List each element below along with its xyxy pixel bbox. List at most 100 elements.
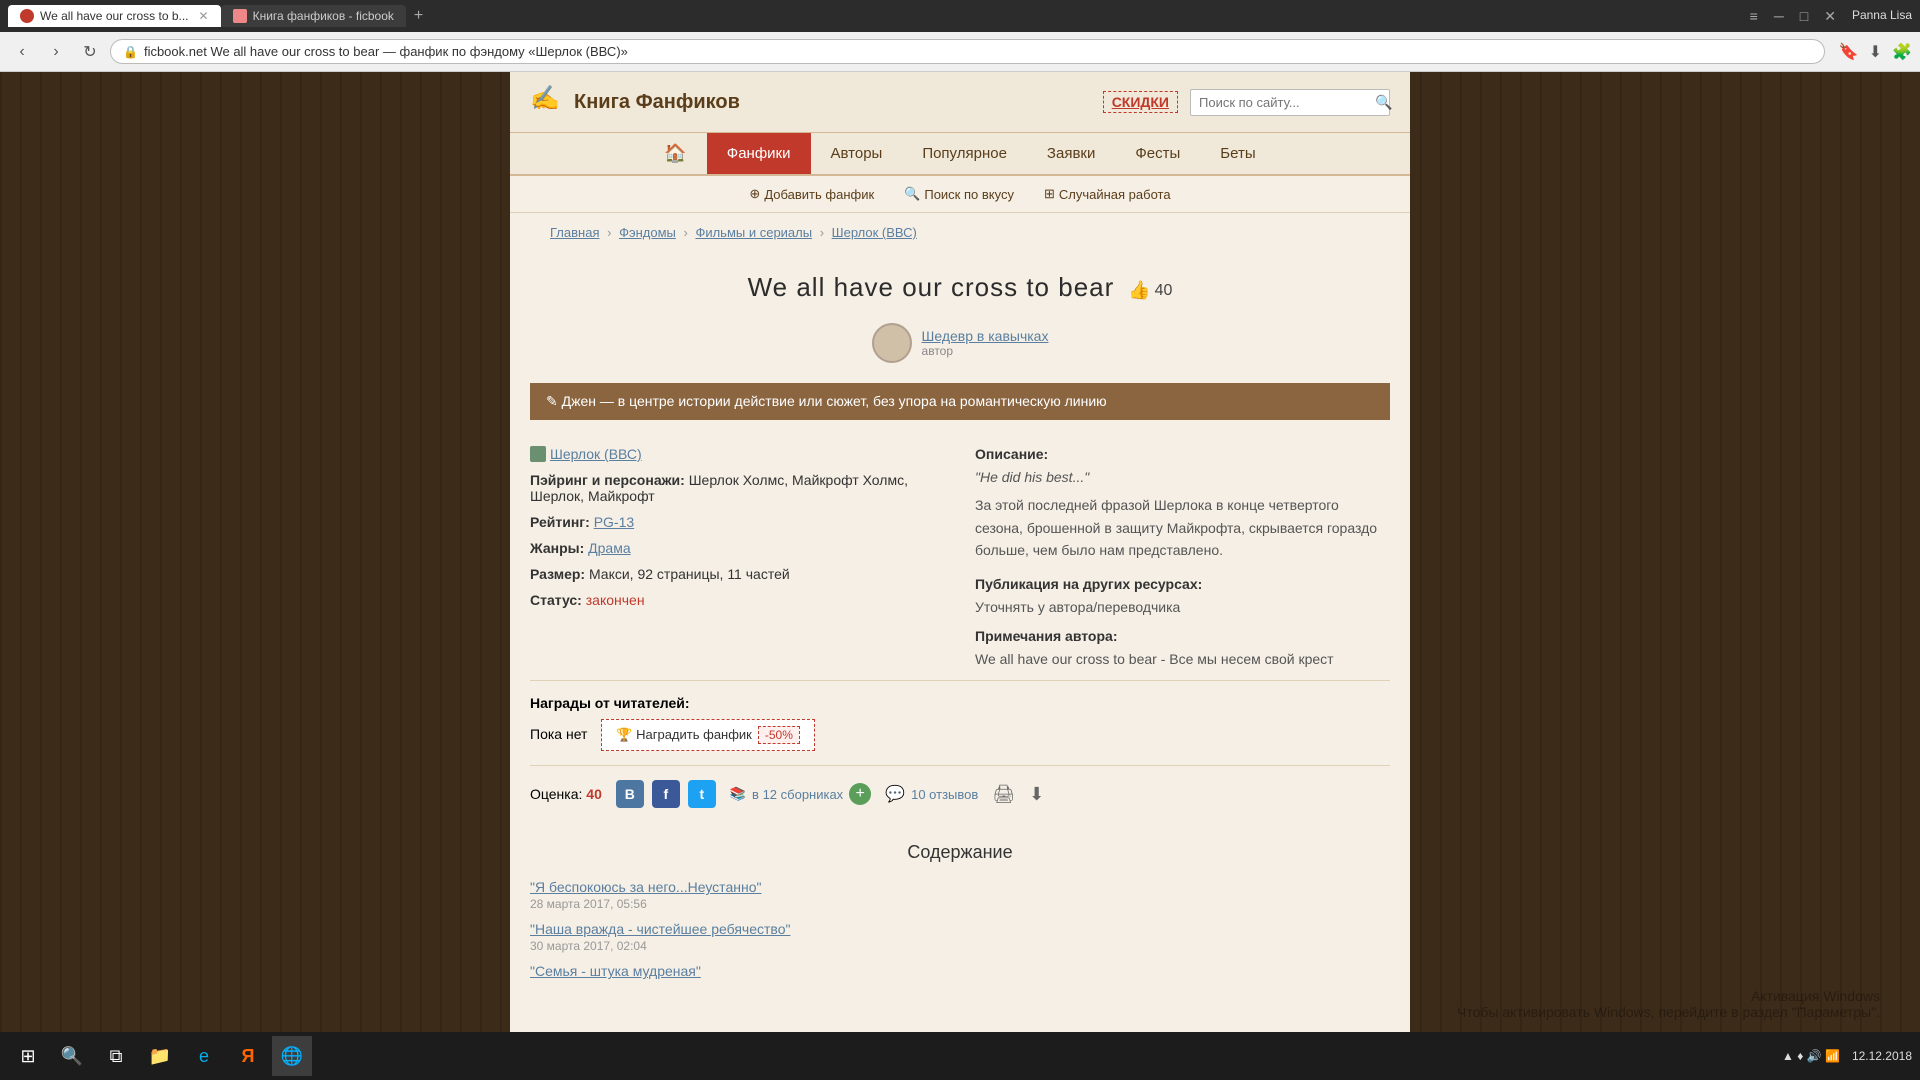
edge-icon[interactable]: e — [184, 1036, 224, 1076]
pairing-label: Пэйринг и персонажи: — [530, 472, 685, 488]
author-avatar — [872, 323, 912, 363]
breadcrumb-home[interactable]: Главная — [550, 225, 599, 240]
content-main: Главная › Фэндомы › Фильмы и сериалы › Ш… — [510, 213, 1410, 1019]
search-taskbar-icon[interactable]: 🔍 — [52, 1036, 92, 1076]
file-explorer-icon[interactable]: 📁 — [140, 1036, 180, 1076]
logo-icon: ✍ — [530, 84, 566, 120]
fanfic-details: Шерлок (ВВС) Пэйринг и персонажи: Шерлок… — [530, 436, 1390, 680]
download-fanfic-button[interactable]: ⬇ — [1029, 784, 1044, 805]
search-input[interactable] — [1199, 95, 1375, 110]
maximize-btn[interactable]: □ — [1800, 8, 1808, 25]
book-icon: 📚 — [730, 786, 746, 802]
rating-label: Рейтинг: — [530, 514, 590, 530]
user-name: Panna Lisa — [1852, 8, 1912, 25]
random-work-link[interactable]: ⊞ Случайная работа — [1044, 186, 1171, 202]
print-button[interactable]: 🖨 — [992, 784, 1015, 805]
description-section: Описание: "He did his best..." За этой п… — [975, 446, 1390, 562]
pairing-row: Пэйринг и персонажи: Шерлок Холмс, Майкр… — [530, 472, 945, 504]
ext-icon[interactable]: 🧩 — [1892, 42, 1912, 62]
search-box[interactable]: 🔍 — [1190, 89, 1390, 116]
search-by-taste-link[interactable]: 🔍 Поиск по вкусу — [904, 186, 1014, 202]
rewards-section: Награды от читателей: Пока нет 🏆 Награди… — [530, 680, 1390, 765]
description-heading: Описание: — [975, 446, 1390, 462]
breadcrumb-fandom[interactable]: Шерлок (ВВС) — [832, 225, 917, 240]
rating-score-label: Оценка: 40 — [530, 786, 602, 802]
author-section: Шедевр в кавычках автор — [530, 313, 1390, 383]
vk-share-button[interactable]: В — [616, 780, 644, 808]
description-quote: "He did his best..." — [975, 466, 1390, 488]
discount-link[interactable]: СКИДКИ — [1103, 91, 1178, 113]
genres-value[interactable]: Драма — [588, 540, 630, 556]
description-body: За этой последней фразой Шерлока в конце… — [975, 494, 1390, 561]
site-logo: ✍ Книга Фанфиков — [530, 84, 740, 120]
tw-share-button[interactable]: t — [688, 780, 716, 808]
chapter-2-date: 30 марта 2017, 02:04 — [530, 939, 1390, 953]
address-input[interactable]: 🔒 ficbook.net We all have our cross to b… — [110, 39, 1825, 64]
tab-favicon — [20, 9, 34, 23]
other-resources-value: Уточнять у автора/переводчика — [975, 596, 1390, 618]
nav-popular[interactable]: Популярное — [902, 133, 1027, 174]
url-text: ficbook.net We all have our cross to bea… — [144, 44, 1812, 59]
lock-icon: 🔒 — [123, 45, 138, 59]
breadcrumb-fandoms[interactable]: Фэндомы — [619, 225, 676, 240]
notes-section: Примечания автора: We all have our cross… — [975, 628, 1390, 670]
details-left: Шерлок (ВВС) Пэйринг и персонажи: Шерлок… — [530, 446, 945, 670]
ya-icon[interactable]: 🔖 — [1839, 42, 1859, 62]
nav-requests[interactable]: Заявки — [1027, 133, 1115, 174]
forward-button[interactable]: › — [42, 38, 70, 66]
nav-fests[interactable]: Фесты — [1115, 133, 1200, 174]
other-resources-section: Публикация на других ресурсах: Уточнять … — [975, 576, 1390, 618]
rating-value[interactable]: PG-13 — [594, 514, 634, 530]
nav-fanfics[interactable]: Фанфики — [707, 133, 811, 174]
inactive-tab-label: Книга фанфиков - ficbook — [253, 9, 394, 23]
contents-heading: Содержание — [530, 842, 1390, 863]
task-view-icon[interactable]: ⧉ — [96, 1036, 136, 1076]
browser-chrome: We all have our cross to b... ✕ Книга фа… — [0, 0, 1920, 72]
back-button[interactable]: ‹ — [8, 38, 36, 66]
yandex-icon[interactable]: Я — [228, 1036, 268, 1076]
breadcrumb-sep-3: › — [820, 225, 828, 240]
new-tab-button[interactable]: + — [406, 3, 431, 29]
header-right: СКИДКИ 🔍 — [1103, 89, 1390, 116]
discount-tag: -50% — [758, 726, 800, 744]
chapter-1-link[interactable]: "Я беспокоюсь за него...Неустанно" — [530, 879, 761, 895]
close-tab-icon[interactable]: ✕ — [199, 9, 209, 23]
chapter-3: "Семья - штука мудреная" — [530, 963, 1390, 979]
reviews-icon: 💬 — [885, 784, 905, 804]
chapter-3-link[interactable]: "Семья - штука мудреная" — [530, 963, 701, 979]
nav-betas[interactable]: Беты — [1200, 133, 1275, 174]
close-btn[interactable]: ✕ — [1824, 8, 1836, 25]
fandom-link[interactable]: Шерлок (ВВС) — [550, 446, 642, 462]
active-tab[interactable]: We all have our cross to b... ✕ — [8, 5, 221, 27]
author-link[interactable]: Шедевр в кавычках — [922, 328, 1049, 344]
collections-link[interactable]: 📚 в 12 сборниках + — [730, 783, 871, 805]
address-bar: ‹ › ↻ 🔒 ficbook.net We all have our cros… — [0, 32, 1920, 72]
refresh-button[interactable]: ↻ — [76, 38, 104, 66]
start-button[interactable]: ⊞ — [8, 1036, 48, 1076]
nav-authors[interactable]: Авторы — [811, 133, 903, 174]
add-to-collection-icon[interactable]: + — [849, 783, 871, 805]
browser-actions: 🔖 ⬇ 🧩 — [1839, 42, 1912, 62]
windows-activation-watermark: Активация Windows Чтобы активировать Win… — [1457, 988, 1880, 1020]
search-icon[interactable]: 🔍 — [1375, 94, 1392, 111]
inactive-tab[interactable]: Книга фанфиков - ficbook — [221, 5, 406, 27]
minimize-btn[interactable]: ─ — [1774, 8, 1784, 25]
reward-button[interactable]: 🏆 Наградить фанфик -50% — [601, 719, 815, 751]
download-icon[interactable]: ⬇ — [1869, 42, 1882, 62]
thumb-up-icon: 👍 — [1128, 280, 1150, 301]
nav-home[interactable]: 🏠 — [644, 133, 706, 174]
chapter-2-link[interactable]: "Наша вражда - чистейшее ребячество" — [530, 921, 790, 937]
other-resources-heading: Публикация на других ресурсах: — [975, 576, 1390, 592]
author-info: Шедевр в кавычках автор — [922, 328, 1049, 358]
size-value: Макси, 92 страницы, 11 частей — [589, 566, 790, 582]
reviews-link[interactable]: 💬 10 отзывов — [885, 784, 978, 804]
browser-taskbar-icon[interactable]: 🌐 — [272, 1036, 312, 1076]
notes-heading: Примечания автора: — [975, 628, 1390, 644]
add-fanfic-link[interactable]: ⊕ Добавить фанфик — [749, 186, 874, 202]
rating-score: 40 — [586, 786, 602, 802]
breadcrumb-films[interactable]: Фильмы и сериалы — [695, 225, 812, 240]
sub-nav: ⊕ Добавить фанфик 🔍 Поиск по вкусу ⊞ Слу… — [510, 176, 1410, 213]
settings-icon[interactable]: ≡ — [1750, 8, 1758, 25]
fb-share-button[interactable]: f — [652, 780, 680, 808]
genre-banner: ✎ Джен — в центре истории действие или с… — [530, 383, 1390, 420]
